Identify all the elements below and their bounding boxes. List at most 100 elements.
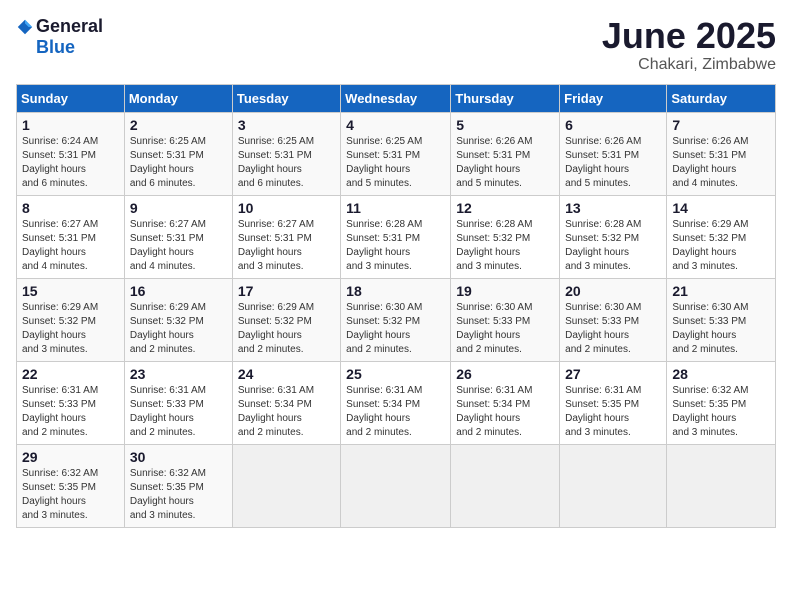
day-info: Sunrise: 6:27 AMSunset: 5:31 PMDaylight … xyxy=(238,219,314,272)
calendar-cell: 5 Sunrise: 6:26 AMSunset: 5:31 PMDaylight… xyxy=(451,112,560,195)
calendar-cell: 12 Sunrise: 6:28 AMSunset: 5:32 PMDayligh… xyxy=(451,195,560,278)
day-info: Sunrise: 6:28 AMSunset: 5:31 PMDaylight … xyxy=(346,219,422,272)
day-number: 19 xyxy=(456,283,554,299)
day-info: Sunrise: 6:27 AMSunset: 5:31 PMDaylight … xyxy=(130,219,206,272)
calendar-week-1: 1 Sunrise: 6:24 AMSunset: 5:31 PMDaylight… xyxy=(17,112,776,195)
header-friday: Friday xyxy=(560,84,667,112)
day-info: Sunrise: 6:31 AMSunset: 5:34 PMDaylight … xyxy=(456,385,532,438)
day-number: 8 xyxy=(22,200,119,216)
calendar-cell: 3 Sunrise: 6:25 AMSunset: 5:31 PMDaylight… xyxy=(232,112,340,195)
calendar-cell: 25 Sunrise: 6:31 AMSunset: 5:34 PMDayligh… xyxy=(341,361,451,444)
day-number: 5 xyxy=(456,117,554,133)
day-info: Sunrise: 6:32 AMSunset: 5:35 PMDaylight … xyxy=(672,385,748,438)
logo-general: General xyxy=(36,16,103,37)
day-info: Sunrise: 6:25 AMSunset: 5:31 PMDaylight … xyxy=(130,136,206,189)
day-number: 30 xyxy=(130,449,227,465)
day-number: 12 xyxy=(456,200,554,216)
day-number: 27 xyxy=(565,366,661,382)
day-number: 20 xyxy=(565,283,661,299)
day-number: 16 xyxy=(130,283,227,299)
calendar-cell: 17 Sunrise: 6:29 AMSunset: 5:32 PMDayligh… xyxy=(232,278,340,361)
day-info: Sunrise: 6:29 AMSunset: 5:32 PMDaylight … xyxy=(238,302,314,355)
calendar-week-4: 22 Sunrise: 6:31 AMSunset: 5:33 PMDayligh… xyxy=(17,361,776,444)
calendar-cell: 16 Sunrise: 6:29 AMSunset: 5:32 PMDayligh… xyxy=(124,278,232,361)
calendar-cell: 11 Sunrise: 6:28 AMSunset: 5:31 PMDayligh… xyxy=(341,195,451,278)
calendar-cell: 9 Sunrise: 6:27 AMSunset: 5:31 PMDaylight… xyxy=(124,195,232,278)
day-info: Sunrise: 6:30 AMSunset: 5:32 PMDaylight … xyxy=(346,302,422,355)
calendar-cell: 4Sunrise: 6:25 AMSunset: 5:31 PMDaylight… xyxy=(341,112,451,195)
day-info: Sunrise: 6:27 AMSunset: 5:31 PMDaylight … xyxy=(22,219,98,272)
calendar-cell: 29Sunrise: 6:32 AMSunset: 5:35 PMDayligh… xyxy=(17,444,125,527)
day-number: 21 xyxy=(672,283,770,299)
day-number: 28 xyxy=(672,366,770,382)
day-number: 2 xyxy=(130,117,227,133)
header-wednesday: Wednesday xyxy=(341,84,451,112)
day-info: Sunrise: 6:31 AMSunset: 5:34 PMDaylight … xyxy=(346,385,422,438)
day-number: 23 xyxy=(130,366,227,382)
day-number: 14 xyxy=(672,200,770,216)
day-info: Sunrise: 6:24 AMSunset: 5:31 PMDaylight … xyxy=(22,136,98,189)
day-number: 13 xyxy=(565,200,661,216)
day-info: Sunrise: 6:31 AMSunset: 5:33 PMDaylight … xyxy=(130,385,206,438)
day-info: Sunrise: 6:26 AMSunset: 5:31 PMDaylight … xyxy=(565,136,641,189)
calendar-cell: 10Sunrise: 6:27 AMSunset: 5:31 PMDayligh… xyxy=(232,195,340,278)
page-header: General Blue June 2025 Chakari, Zimbabwe xyxy=(16,16,776,74)
calendar-cell: 18 Sunrise: 6:30 AMSunset: 5:32 PMDayligh… xyxy=(341,278,451,361)
calendar-cell: 7 Sunrise: 6:26 AMSunset: 5:31 PMDaylight… xyxy=(667,112,776,195)
day-number: 7 xyxy=(672,117,770,133)
day-number: 18 xyxy=(346,283,445,299)
day-info: Sunrise: 6:31 AMSunset: 5:33 PMDaylight … xyxy=(22,385,98,438)
day-info: Sunrise: 6:25 AMSunset: 5:31 PMDaylight … xyxy=(238,136,314,189)
day-info: Sunrise: 6:28 AMSunset: 5:32 PMDaylight … xyxy=(565,219,641,272)
day-info: Sunrise: 6:31 AMSunset: 5:35 PMDaylight … xyxy=(565,385,641,438)
calendar-cell: 14Sunrise: 6:29 AMSunset: 5:32 PMDayligh… xyxy=(667,195,776,278)
calendar-cell: 30Sunrise: 6:32 AMSunset: 5:35 PMDayligh… xyxy=(124,444,232,527)
day-number: 6 xyxy=(565,117,661,133)
logo-icon xyxy=(16,18,34,36)
calendar-body: 1 Sunrise: 6:24 AMSunset: 5:31 PMDaylight… xyxy=(17,112,776,527)
calendar-cell: 2 Sunrise: 6:25 AMSunset: 5:31 PMDaylight… xyxy=(124,112,232,195)
calendar-cell: 6 Sunrise: 6:26 AMSunset: 5:31 PMDaylight… xyxy=(560,112,667,195)
header-tuesday: Tuesday xyxy=(232,84,340,112)
calendar-cell xyxy=(667,444,776,527)
logo: General Blue xyxy=(16,16,103,58)
location: Chakari, Zimbabwe xyxy=(602,56,776,74)
day-number: 1 xyxy=(22,117,119,133)
calendar-cell: 21Sunrise: 6:30 AMSunset: 5:33 PMDayligh… xyxy=(667,278,776,361)
day-info: Sunrise: 6:29 AMSunset: 5:32 PMDaylight … xyxy=(22,302,98,355)
calendar-cell xyxy=(451,444,560,527)
calendar-cell: 20 Sunrise: 6:30 AMSunset: 5:33 PMDayligh… xyxy=(560,278,667,361)
header-monday: Monday xyxy=(124,84,232,112)
day-info: Sunrise: 6:31 AMSunset: 5:34 PMDaylight … xyxy=(238,385,314,438)
day-number: 26 xyxy=(456,366,554,382)
day-info: Sunrise: 6:26 AMSunset: 5:31 PMDaylight … xyxy=(456,136,532,189)
day-info: Sunrise: 6:29 AMSunset: 5:32 PMDaylight … xyxy=(130,302,206,355)
calendar-cell xyxy=(560,444,667,527)
calendar-week-2: 8 Sunrise: 6:27 AMSunset: 5:31 PMDaylight… xyxy=(17,195,776,278)
header-thursday: Thursday xyxy=(451,84,560,112)
calendar-cell xyxy=(341,444,451,527)
day-number: 22 xyxy=(22,366,119,382)
day-info: Sunrise: 6:30 AMSunset: 5:33 PMDaylight … xyxy=(565,302,641,355)
day-info: Sunrise: 6:25 AMSunset: 5:31 PMDaylight … xyxy=(346,136,422,189)
day-number: 9 xyxy=(130,200,227,216)
calendar-cell: 27 Sunrise: 6:31 AMSunset: 5:35 PMDayligh… xyxy=(560,361,667,444)
day-number: 11 xyxy=(346,200,445,216)
day-info: Sunrise: 6:28 AMSunset: 5:32 PMDaylight … xyxy=(456,219,532,272)
day-number: 25 xyxy=(346,366,445,382)
day-info: Sunrise: 6:26 AMSunset: 5:31 PMDaylight … xyxy=(672,136,748,189)
day-number: 24 xyxy=(238,366,335,382)
calendar-header-row: SundayMondayTuesdayWednesdayThursdayFrid… xyxy=(17,84,776,112)
calendar-cell: 23 Sunrise: 6:31 AMSunset: 5:33 PMDayligh… xyxy=(124,361,232,444)
day-number: 17 xyxy=(238,283,335,299)
calendar-cell: 26 Sunrise: 6:31 AMSunset: 5:34 PMDayligh… xyxy=(451,361,560,444)
calendar-cell: 28 Sunrise: 6:32 AMSunset: 5:35 PMDayligh… xyxy=(667,361,776,444)
calendar-cell: 13 Sunrise: 6:28 AMSunset: 5:32 PMDayligh… xyxy=(560,195,667,278)
calendar-title: June 2025 Chakari, Zimbabwe xyxy=(602,16,776,74)
day-number: 15 xyxy=(22,283,119,299)
day-number: 3 xyxy=(238,117,335,133)
calendar-week-3: 15 Sunrise: 6:29 AMSunset: 5:32 PMDayligh… xyxy=(17,278,776,361)
header-saturday: Saturday xyxy=(667,84,776,112)
month-year: June 2025 xyxy=(602,16,776,56)
day-number: 29 xyxy=(22,449,119,465)
